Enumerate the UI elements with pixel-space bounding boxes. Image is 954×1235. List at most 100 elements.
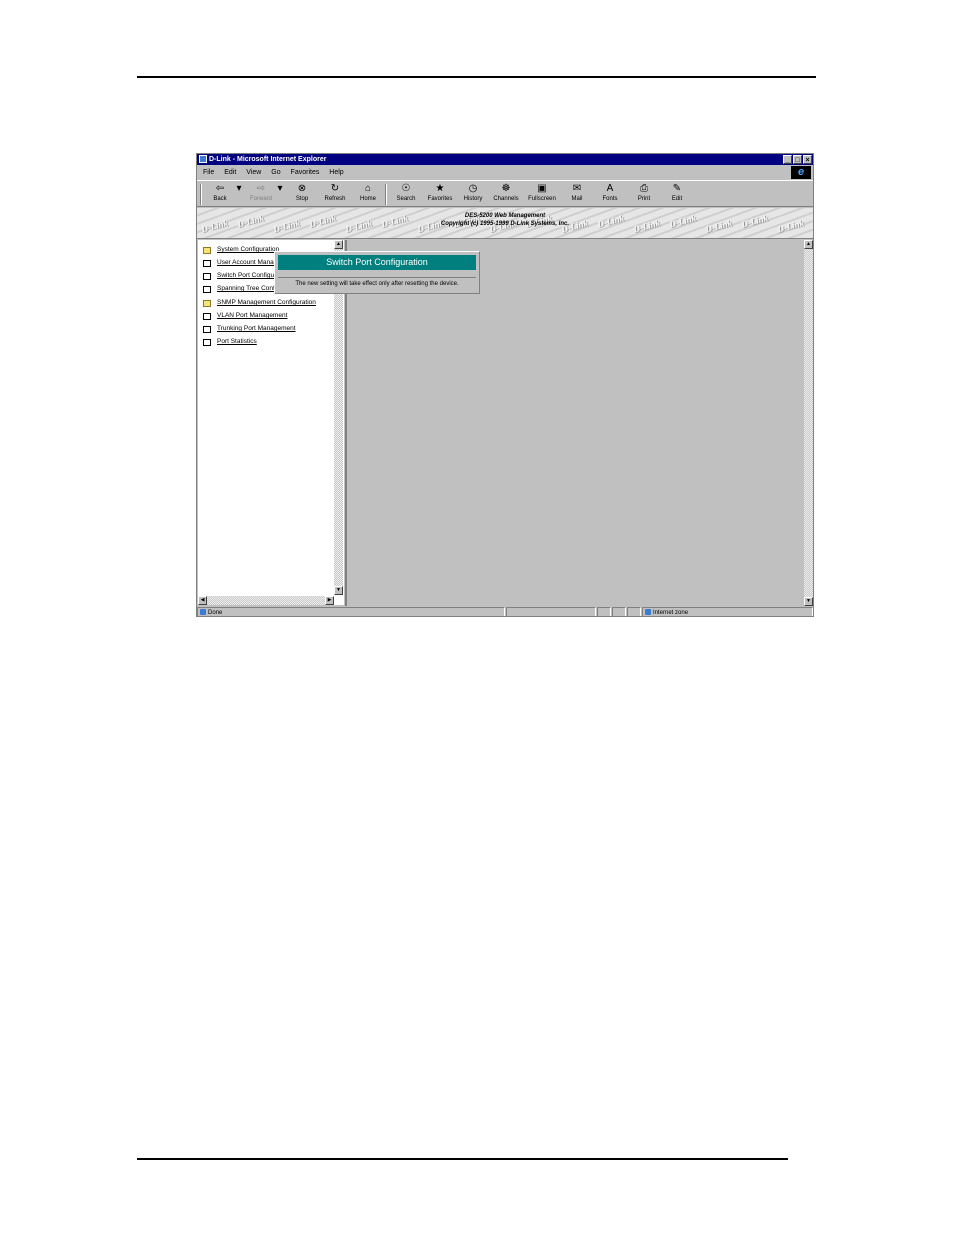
nav-link-label[interactable]: Port Statistics	[217, 338, 257, 345]
stop-label: Stop	[295, 196, 309, 202]
menu-view[interactable]: View	[246, 169, 261, 176]
content-vertical-scrollbar[interactable]: ▲ ▼	[804, 240, 813, 606]
navigation-frame: System Configuration User Account Manage…	[198, 240, 344, 605]
document-icon	[203, 312, 211, 320]
edit-icon: ✎	[672, 183, 682, 194]
status-progress-pane	[506, 607, 596, 616]
toolbar: ⇦ Back ▾ ⇨ Forward ▾ ⊗ Stop ↻ Refresh ⌂ …	[197, 180, 813, 207]
search-icon: ☉	[401, 183, 411, 194]
menu-bar: File Edit View Go Favorites Help	[197, 166, 813, 179]
search-label: Search	[396, 196, 416, 202]
maximize-button[interactable]: □	[793, 155, 802, 164]
refresh-icon: ↻	[330, 183, 340, 194]
nav-item-vlan-port-management[interactable]: VLAN Port Management	[203, 311, 287, 321]
search-button[interactable]: ☉ Search	[391, 183, 421, 207]
panel-heading: Switch Port Configuration	[278, 255, 476, 270]
fonts-icon: A	[606, 183, 614, 194]
nav-link-label[interactable]: Trunking Port Management	[217, 325, 296, 332]
refresh-label: Refresh	[324, 196, 346, 202]
document-icon	[203, 272, 211, 280]
document-icon	[203, 285, 211, 293]
document-icon	[203, 259, 211, 267]
favorites-button[interactable]: ★ Favorites	[425, 183, 455, 207]
scroll-up-icon[interactable]: ▲	[334, 240, 343, 249]
status-pane	[612, 607, 626, 616]
fullscreen-button[interactable]: ▣ Fullscreen	[527, 183, 557, 207]
browser-window: D-Link - Microsoft Internet Explorer _ □ ×…	[196, 153, 814, 617]
favorites-label: Favorites	[427, 196, 453, 202]
minimize-button[interactable]: _	[783, 155, 792, 164]
history-button[interactable]: ◷ History	[458, 183, 488, 207]
nav-item-trunking-port-management[interactable]: Trunking Port Management	[203, 324, 296, 334]
forward-button[interactable]: ⇨ Forward	[246, 183, 276, 207]
home-icon: ⌂	[364, 183, 372, 194]
status-text-pane: Done	[197, 607, 505, 616]
switch-port-config-panel: Switch Port Configuration The new settin…	[274, 251, 480, 294]
menu-go[interactable]: Go	[271, 169, 280, 176]
edit-button[interactable]: ✎ Edit	[662, 183, 692, 207]
document-icon	[203, 325, 211, 333]
scroll-left-icon[interactable]: ◀	[198, 596, 207, 605]
nav-item-system-configuration[interactable]: System Configuration	[203, 245, 279, 255]
status-bar: Done Internet zone	[197, 607, 813, 616]
nav-link-label[interactable]: VLAN Port Management	[217, 312, 287, 319]
banner-title-block: DES-5200 Web Management Copyright (c) 19…	[197, 212, 813, 228]
status-text: Done	[208, 610, 223, 616]
content-frame	[347, 240, 804, 606]
back-dropdown[interactable]: ▾	[235, 183, 243, 207]
mail-icon: ✉	[572, 183, 582, 194]
forward-label: Forward	[249, 196, 272, 202]
toolbar-grip[interactable]	[200, 184, 202, 205]
scroll-down-icon[interactable]: ▼	[804, 597, 813, 606]
refresh-button[interactable]: ↻ Refresh	[320, 183, 350, 207]
page-bottom-rule	[137, 1158, 788, 1160]
chevron-down-icon: ▾	[236, 183, 242, 194]
history-label: History	[463, 196, 483, 202]
fonts-label: Fonts	[602, 196, 618, 202]
menu-edit[interactable]: Edit	[224, 169, 236, 176]
close-button[interactable]: ×	[803, 155, 812, 164]
home-label: Home	[359, 196, 376, 202]
ie-page-icon	[199, 155, 207, 163]
history-icon: ◷	[468, 183, 478, 194]
document-icon	[203, 338, 211, 346]
forward-dropdown[interactable]: ▾	[276, 183, 284, 207]
channels-button[interactable]: ☸ Channels	[491, 183, 521, 207]
scroll-down-icon[interactable]: ▼	[334, 586, 343, 595]
home-button[interactable]: ⌂ Home	[353, 183, 383, 207]
chevron-down-icon: ▾	[277, 183, 283, 194]
stop-button[interactable]: ⊗ Stop	[287, 183, 317, 207]
status-pane	[597, 607, 611, 616]
menu-favorites[interactable]: Favorites	[291, 169, 320, 176]
print-label: Print	[637, 196, 651, 202]
print-button[interactable]: ⎙ Print	[629, 183, 659, 207]
window-controls: _ □ ×	[782, 155, 812, 164]
back-arrow-icon: ⇦	[215, 183, 225, 194]
menu-file[interactable]: File	[203, 169, 214, 176]
menu-help[interactable]: Help	[329, 169, 343, 176]
edit-label: Edit	[671, 196, 683, 202]
forward-arrow-icon: ⇨	[256, 183, 266, 194]
ie-logo-icon: e	[791, 166, 811, 179]
toolbar-separator	[385, 184, 387, 205]
favorites-icon: ★	[435, 183, 445, 194]
back-button[interactable]: ⇦ Back	[205, 183, 235, 207]
status-pane	[627, 607, 641, 616]
channels-label: Channels	[493, 196, 519, 202]
nav-item-snmp-management-configuration[interactable]: SNMP Management Configuration	[203, 298, 316, 308]
nav-link-label[interactable]: System Configuration	[217, 246, 279, 253]
nav-link-label[interactable]: SNMP Management Configuration	[217, 299, 316, 306]
scroll-right-icon[interactable]: ▶	[325, 596, 334, 605]
title-bar[interactable]: D-Link - Microsoft Internet Explorer _ □ ×	[197, 154, 813, 165]
channels-icon: ☸	[501, 183, 511, 194]
fonts-button[interactable]: A Fonts	[595, 183, 625, 207]
mail-button[interactable]: ✉ Mail	[562, 183, 592, 207]
mail-label: Mail	[571, 196, 583, 202]
nav-item-port-statistics[interactable]: Port Statistics	[203, 337, 257, 347]
nav-horizontal-scrollbar[interactable]: ◀ ▶	[198, 596, 334, 605]
scroll-up-icon[interactable]: ▲	[804, 240, 813, 249]
page-top-rule	[137, 76, 816, 78]
back-label: Back	[213, 196, 227, 202]
copyright-text: Copyright (c) 1995-1999 D-Link Systems, …	[440, 221, 570, 227]
folder-icon	[203, 246, 211, 254]
